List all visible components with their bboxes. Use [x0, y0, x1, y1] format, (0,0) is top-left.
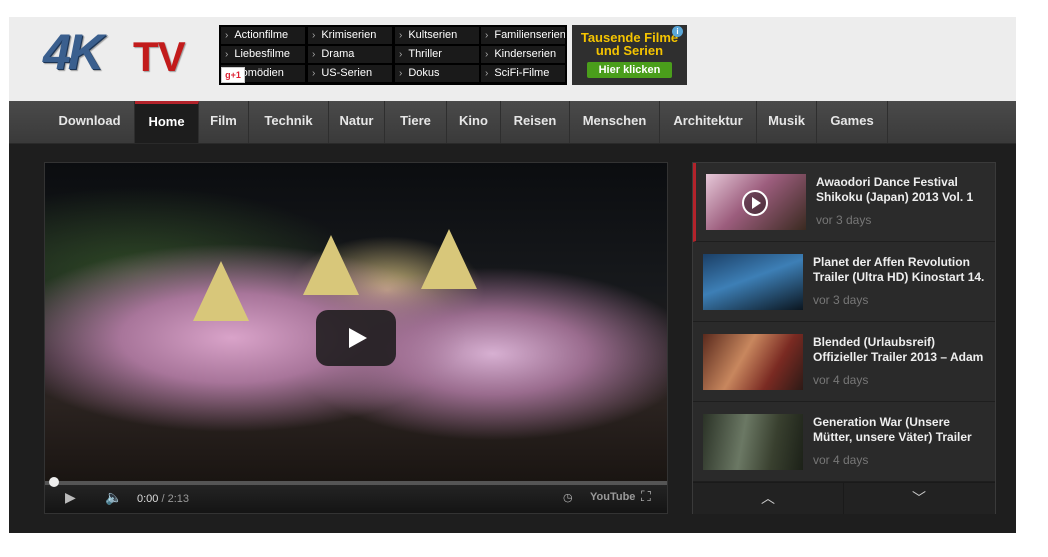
ad-link-label: Dokus [408, 67, 440, 79]
arrow-icon: › [399, 49, 403, 60]
playlist-item[interactable]: Awaodori Dance Festival Shikoku (Japan) … [693, 163, 995, 242]
dancer-hat-shape [303, 235, 359, 295]
nav-item-technik[interactable]: Technik [249, 101, 329, 143]
ad-link-label: Kinderserien [494, 48, 557, 60]
ad-link-label: Liebesfilme [234, 48, 290, 60]
ad-link-label: Actionfilme [234, 29, 289, 41]
google-plus-button[interactable]: g+1 [221, 67, 245, 83]
progress-bar[interactable] [45, 477, 667, 487]
volume-icon[interactable]: 🔈 [105, 489, 122, 506]
play-icon[interactable]: ▶ [65, 489, 76, 506]
nav-item-home[interactable]: Home [135, 101, 199, 143]
ad-banner-button[interactable]: Hier klicken [586, 62, 673, 78]
video-title[interactable]: Awaodori Dance Festival Shikoku (Japan) … [816, 175, 992, 205]
site-container: 4K TV › Actionfilme › Krimiserien › Kultser… [9, 17, 1016, 533]
nav-item-reisen[interactable]: Reisen [501, 101, 570, 143]
arrow-icon: › [399, 30, 403, 41]
dancer-hat-shape [421, 229, 477, 289]
nav-item-architektur[interactable]: Architektur [660, 101, 757, 143]
ad-link-familienserien[interactable]: › Familienserien [481, 27, 565, 44]
ad-info-icon[interactable]: i [672, 26, 683, 37]
arrow-icon: › [225, 30, 229, 41]
fullscreen-icon[interactable]: ⛶ [641, 488, 651, 505]
ad-link-scifi-filme[interactable]: › SciFi-Filme [481, 65, 565, 82]
ad-link-drama[interactable]: › Drama [308, 46, 392, 63]
nav-item-games[interactable]: Games [817, 101, 888, 143]
ad-banner[interactable]: Tausende Filme und Serien Hier klicken [572, 25, 687, 85]
nav-item-tiere[interactable]: Tiere [385, 101, 447, 143]
current-time: 0:00 [137, 493, 159, 505]
ad-link-liebesfilme[interactable]: › Liebesfilme [221, 46, 305, 63]
arrow-icon: › [225, 49, 229, 60]
youtube-logo[interactable]: YouTube [590, 491, 635, 503]
video-thumbnail[interactable] [706, 174, 806, 230]
nav-item-natur[interactable]: Natur [329, 101, 385, 143]
nav-item-film[interactable]: Film [199, 101, 249, 143]
ad-link-label: SciFi-Filme [494, 67, 550, 79]
video-title[interactable]: Blended (Urlaubsreif) Offizieller Traile… [813, 335, 989, 365]
ad-link-us-serien[interactable]: › US-Serien [308, 65, 392, 82]
arrow-icon: › [312, 68, 316, 79]
time-display: 0:00 / 2:13 [137, 493, 189, 505]
chevron-up-icon[interactable]: ︿ [693, 483, 844, 514]
arrow-icon: › [485, 68, 489, 79]
ad-banner-title: Tausende Filme und Serien [580, 30, 679, 58]
nav-item-download[interactable]: Download [45, 101, 135, 143]
video-frame[interactable] [45, 163, 667, 481]
video-playlist: Awaodori Dance Festival Shikoku (Japan) … [692, 162, 996, 514]
ad-link-thriller[interactable]: › Thriller [395, 46, 479, 63]
ad-link-label: Kultserien [408, 29, 458, 41]
video-title[interactable]: Generation War (Unsere Mütter, unsere Vä… [813, 415, 989, 445]
arrow-icon: › [312, 49, 316, 60]
ad-link-label: US-Serien [321, 67, 373, 79]
header: 4K TV › Actionfilme › Krimiserien › Kultser… [9, 17, 1016, 101]
chevron-down-icon[interactable]: ﹀ [844, 483, 994, 514]
nav-item-menschen[interactable]: Menschen [570, 101, 660, 143]
playlist-item[interactable]: Planet der Affen Revolution Trailer (Ult… [693, 243, 995, 322]
ad-link-label: Thriller [408, 48, 442, 60]
duration: 2:13 [167, 493, 190, 505]
ad-link-krimiserien[interactable]: › Krimiserien [308, 27, 392, 44]
playlist-item[interactable]: Blended (Urlaubsreif) Offizieller Traile… [693, 323, 995, 402]
logo-tv: TV [133, 33, 186, 80]
nav-item-kino[interactable]: Kino [447, 101, 501, 143]
ad-link-kultserien[interactable]: › Kultserien [395, 27, 479, 44]
ad-link-actionfilme[interactable]: › Actionfilme [221, 27, 305, 44]
video-thumbnail[interactable] [703, 254, 803, 310]
video-age: vor 4 days [813, 373, 869, 387]
dancer-hat-shape [193, 261, 249, 321]
play-button-large[interactable] [316, 310, 396, 366]
video-age: vor 3 days [816, 213, 872, 227]
video-age: vor 4 days [813, 453, 869, 467]
ad-link-grid: › Actionfilme › Krimiserien › Kultserien › F… [219, 25, 567, 85]
arrow-icon: › [312, 30, 316, 41]
arrow-icon: › [485, 30, 489, 41]
time-separator: / [158, 493, 168, 505]
video-thumbnail[interactable] [703, 414, 803, 470]
video-age: vor 3 days [813, 293, 869, 307]
video-player[interactable]: ▶ 🔈 0:00 / 2:13 ◷ YouTube ⛶ [44, 162, 668, 514]
ad-link-kinderserien[interactable]: › Kinderserien [481, 46, 565, 63]
clock-icon[interactable]: ◷ [563, 491, 573, 504]
nav-item-musik[interactable]: Musik [757, 101, 817, 143]
arrow-icon: › [399, 68, 403, 79]
video-title[interactable]: Planet der Affen Revolution Trailer (Ult… [813, 255, 989, 285]
ad-link-label: Familienserien [494, 29, 565, 41]
logo-4k: 4K [43, 24, 104, 80]
ad-link-label: Krimiserien [321, 29, 377, 41]
ad-link-label: Drama [321, 48, 355, 60]
main-nav: Download Home Film Technik Natur Tiere K… [9, 101, 1016, 144]
player-controls: ▶ 🔈 0:00 / 2:13 ◷ YouTube ⛶ [45, 477, 667, 513]
video-thumbnail[interactable] [703, 334, 803, 390]
playlist-nav: ︿ ﹀ [693, 482, 995, 514]
site-logo[interactable]: 4K TV [43, 23, 203, 87]
ad-link-dokus[interactable]: › Dokus [395, 65, 479, 82]
arrow-icon: › [485, 49, 489, 60]
play-icon [742, 190, 768, 216]
progress-knob[interactable] [49, 477, 59, 487]
playlist-item[interactable]: Generation War (Unsere Mütter, unsere Vä… [693, 403, 995, 482]
